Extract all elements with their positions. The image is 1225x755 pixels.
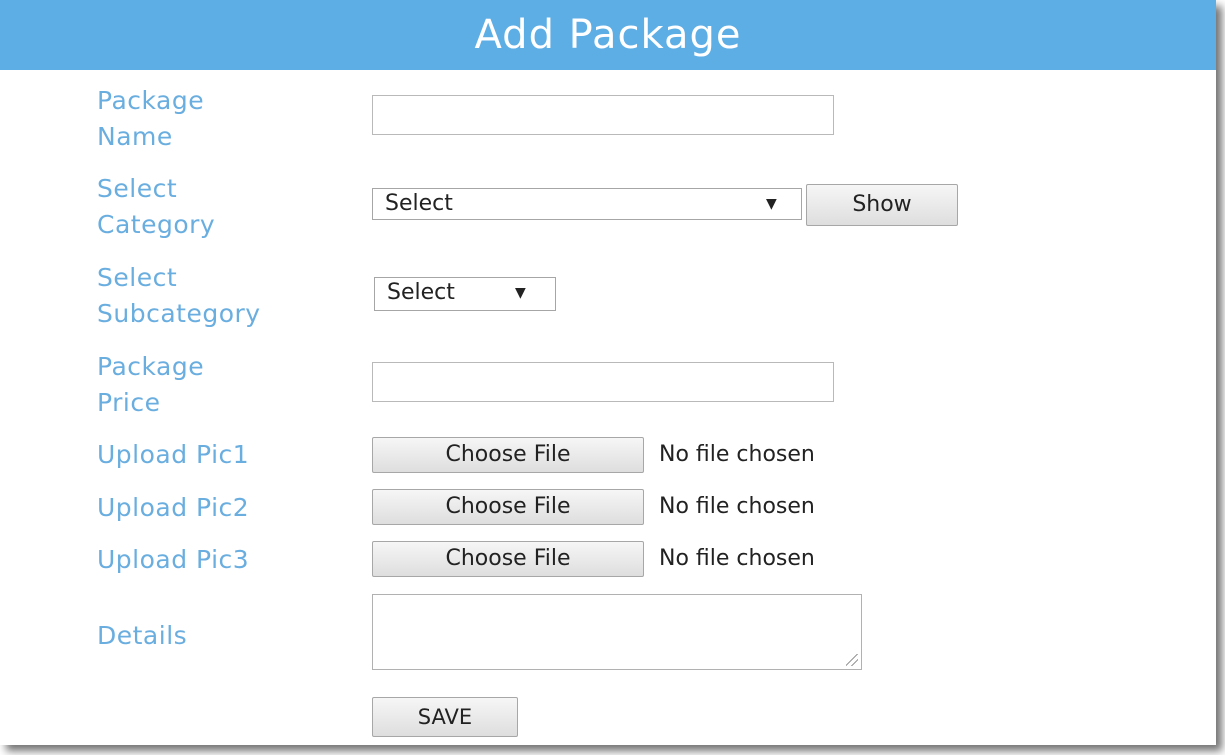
- upload-pic3-label: Upload Pic3: [97, 545, 250, 574]
- details-label: Details: [97, 621, 188, 650]
- details-textarea[interactable]: [372, 594, 862, 670]
- choose-file-button-1[interactable]: Choose File: [372, 437, 644, 473]
- save-button[interactable]: SAVE: [372, 697, 518, 737]
- category-select[interactable]: Select ▼: [372, 188, 802, 220]
- subcategory-select[interactable]: Select ▼: [374, 277, 556, 311]
- resize-grip-icon[interactable]: [846, 654, 858, 666]
- package-price-input[interactable]: [372, 362, 834, 402]
- category-label-1: Select: [97, 174, 178, 203]
- file-status-1: No file chosen: [659, 442, 815, 467]
- chevron-down-icon: ▼: [515, 285, 526, 301]
- subcategory-label-2: Subcategory: [97, 299, 261, 328]
- choose-file-button-3[interactable]: Choose File: [372, 541, 644, 577]
- choose-file-button-2[interactable]: Choose File: [372, 489, 644, 525]
- package-price-label-2: Price: [97, 388, 161, 417]
- subcategory-label-1: Select: [97, 263, 178, 292]
- chevron-down-icon: ▼: [766, 196, 777, 212]
- category-select-value: Select: [385, 191, 453, 216]
- add-package-panel: Add Package Package Name Select Category…: [0, 0, 1216, 745]
- upload-pic1-label: Upload Pic1: [97, 440, 250, 469]
- package-name-label-2: Name: [97, 122, 173, 151]
- file-status-2: No file chosen: [659, 494, 815, 519]
- subcategory-select-value: Select: [387, 280, 455, 305]
- package-name-input[interactable]: [372, 95, 834, 135]
- page-title: Add Package: [0, 0, 1216, 70]
- file-status-3: No file chosen: [659, 546, 815, 571]
- show-button[interactable]: Show: [806, 184, 958, 226]
- package-name-label-1: Package: [97, 86, 205, 115]
- category-label-2: Category: [97, 210, 216, 239]
- package-price-label-1: Package: [97, 352, 205, 381]
- upload-pic2-label: Upload Pic2: [97, 493, 250, 522]
